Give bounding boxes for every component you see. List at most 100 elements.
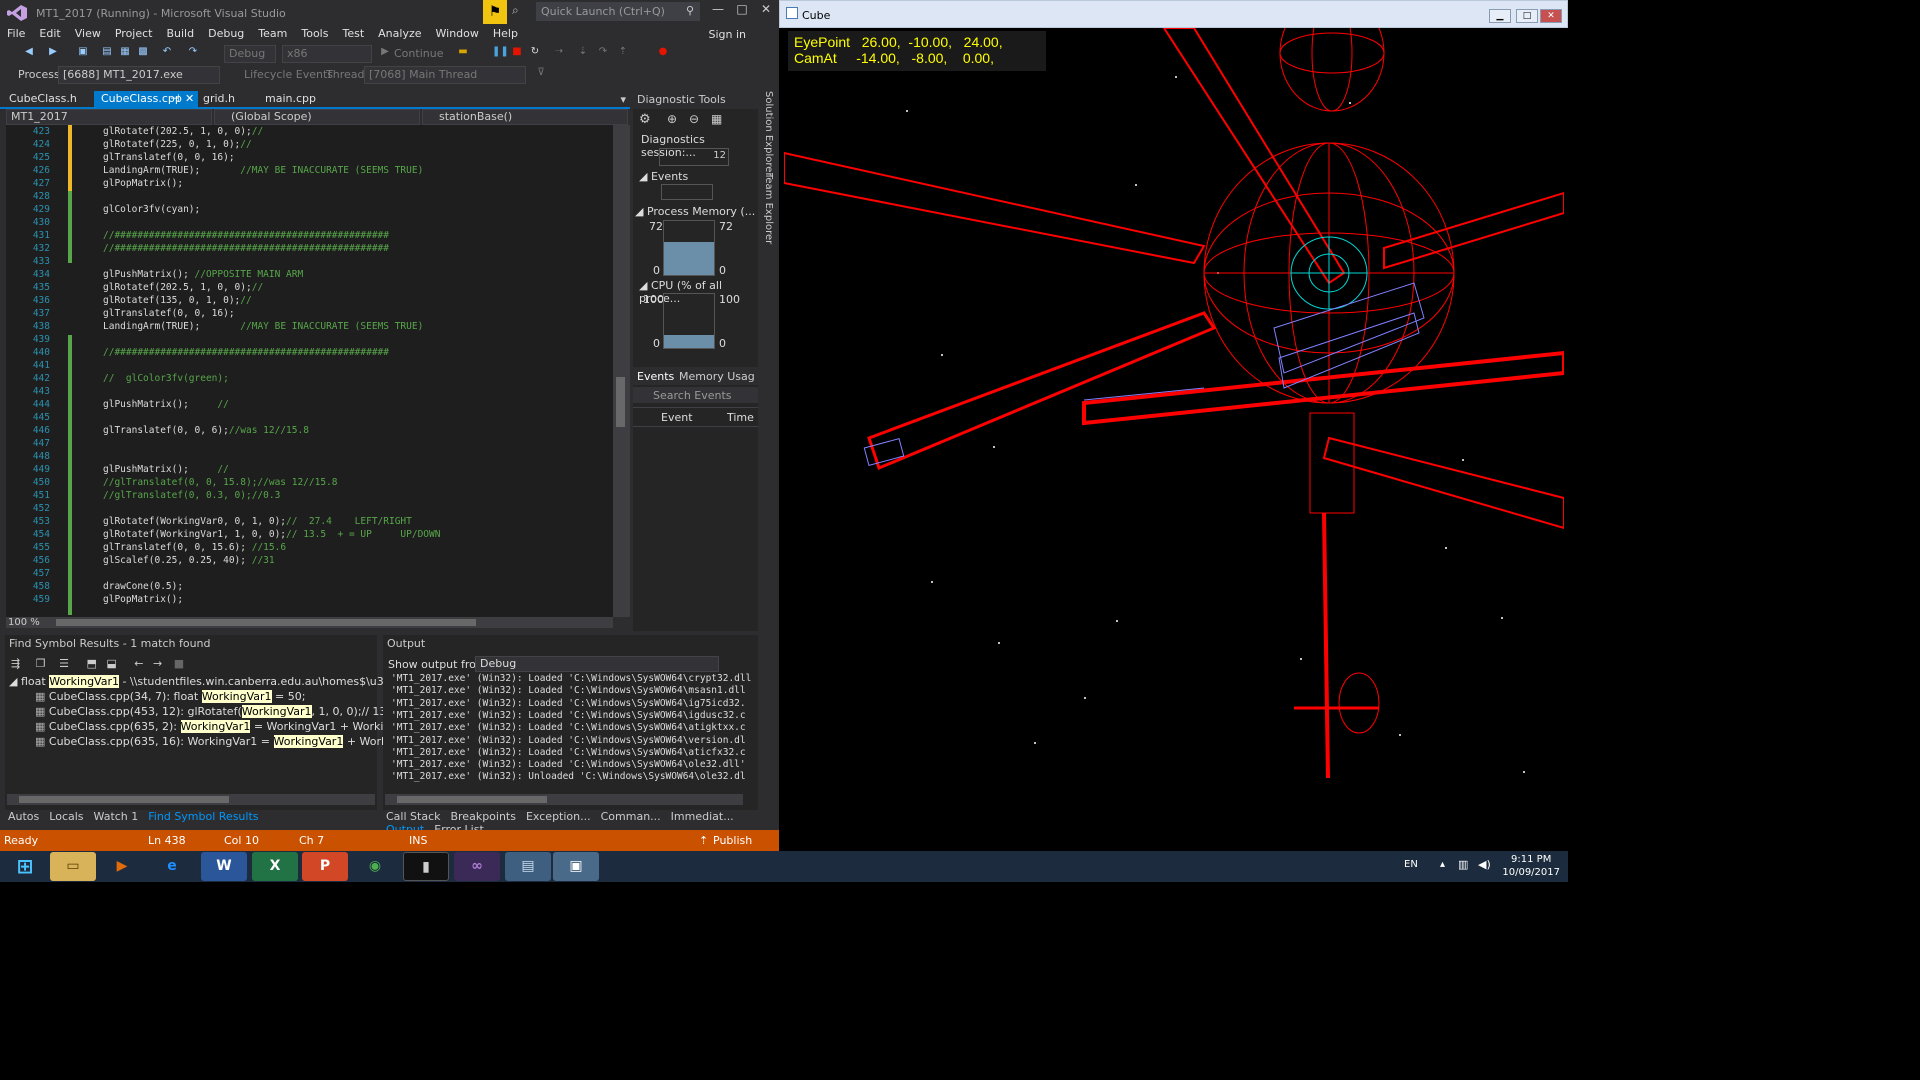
zoom-level[interactable]: 100 %	[8, 617, 40, 628]
project-select[interactable]: MT1_2017	[6, 109, 212, 125]
scroll-thumb[interactable]	[19, 796, 229, 803]
cube-maximize-button[interactable]: □	[1516, 9, 1538, 23]
undo-icon[interactable]: ↶	[160, 46, 174, 60]
tab-memory-usage[interactable]: Memory Usag	[679, 370, 755, 383]
visual-studio-taskbar-icon[interactable]: ∞	[454, 852, 500, 881]
go-to-definition-icon[interactable]: ⇶	[11, 657, 20, 670]
system-clock[interactable]: 9:11 PM 10/09/2017	[1502, 853, 1560, 879]
maximize-button[interactable]: □	[730, 2, 754, 22]
tab-breakpoints[interactable]: Breakpoints	[446, 810, 520, 823]
menu-edit[interactable]: Edit	[32, 26, 67, 42]
new-project-icon[interactable]: ▣	[76, 46, 90, 60]
tab-cubeclass-h[interactable]: CubeClass.h	[2, 91, 84, 109]
media-player-icon[interactable]: ▶	[99, 852, 145, 881]
group-alt-icon[interactable]: ⬓	[106, 657, 116, 670]
tab-find-symbol-results[interactable]: Find Symbol Results	[144, 810, 262, 823]
sign-in-link[interactable]: Sign in	[708, 26, 746, 44]
thread-select[interactable]: [7068] Main Thread	[364, 66, 526, 84]
cube-app-taskbar-icon[interactable]: ▣	[553, 852, 599, 881]
tab-autos[interactable]: Autos	[4, 810, 43, 823]
tab-grid-h[interactable]: grid.h	[196, 91, 242, 109]
scroll-thumb[interactable]	[56, 619, 476, 626]
tab-overflow-icon[interactable]: ▾	[620, 93, 626, 106]
step-into-icon[interactable]: ⇣	[576, 46, 590, 60]
close-button[interactable]: ✕	[754, 2, 778, 22]
solution-explorer-tab[interactable]: Solution Explorer	[763, 91, 774, 177]
output-horizontal-scrollbar[interactable]	[385, 794, 743, 805]
pause-icon[interactable]: ❚❚	[492, 46, 509, 60]
command-prompt-icon[interactable]: ▮	[403, 852, 449, 881]
search-events-input[interactable]: Search Events	[633, 387, 758, 403]
tab-locals[interactable]: Locals	[45, 810, 87, 823]
menu-window[interactable]: Window	[429, 26, 486, 42]
restart-icon[interactable]: ↻	[528, 46, 542, 60]
save-icon[interactable]: ▦	[118, 46, 132, 60]
menu-debug[interactable]: Debug	[201, 26, 251, 42]
forward-icon[interactable]: ▶	[46, 46, 60, 60]
process-select[interactable]: [6688] MT1_2017.exe	[58, 66, 220, 84]
tab-call-stack[interactable]: Call Stack	[382, 810, 444, 823]
output-source-select[interactable]: Debug	[475, 656, 719, 672]
notifications-icon[interactable]: ⌕	[512, 3, 532, 21]
previous-icon[interactable]: ←	[134, 657, 143, 670]
menu-test[interactable]: Test	[335, 26, 371, 42]
column-event[interactable]: Event	[661, 411, 693, 424]
back-icon[interactable]: ◀	[22, 46, 36, 60]
powerpoint-icon[interactable]: P	[302, 852, 348, 881]
editor-horizontal-scrollbar[interactable]	[6, 617, 613, 628]
stop-icon[interactable]: ■	[510, 46, 524, 60]
team-explorer-tab[interactable]: Team Explorer	[763, 173, 774, 244]
show-next-statement-icon[interactable]: ➝	[552, 46, 566, 60]
settings-icon[interactable]: ⚙	[639, 112, 651, 127]
config-select[interactable]: Debug	[224, 45, 276, 63]
publish-icon[interactable]: ⇡	[699, 830, 708, 851]
menu-team[interactable]: Team	[251, 26, 294, 42]
cube-close-button[interactable]: ✕	[1540, 9, 1562, 23]
find-result-root[interactable]: ◢ float WorkingVar1 - \\studentfiles.win…	[9, 675, 445, 688]
tab-events[interactable]: Events	[637, 370, 674, 383]
open-icon[interactable]: ▤	[100, 46, 114, 60]
feedback-flag-icon[interactable]: ⚑	[483, 0, 507, 24]
continue-button[interactable]: Continue	[394, 47, 443, 60]
step-over-icon[interactable]: ↷	[596, 46, 610, 60]
stop-search-icon[interactable]: ■	[174, 657, 184, 670]
copy-icon[interactable]: ❐	[36, 657, 46, 670]
tab-immediat[interactable]: Immediat...	[667, 810, 738, 823]
browser-link-icon[interactable]: ▬	[456, 46, 470, 60]
tab-watch-1[interactable]: Watch 1	[90, 810, 143, 823]
code-editor[interactable]: 423 glRotatef(202.5, 1, 0, 0);//424 glRota…	[6, 125, 613, 617]
opengl-viewport[interactable]: EyePoint 26.00, -10.00, 24.00, CamAt -14…	[783, 0, 1566, 848]
start-button-icon[interactable]: ⊞	[2, 852, 48, 881]
reset-view-icon[interactable]: ▦	[711, 112, 722, 126]
menu-tools[interactable]: Tools	[294, 26, 335, 42]
tab-cubeclass-cpp[interactable]: CubeClass.cpp ⊣ ✕	[94, 91, 198, 109]
publish-button[interactable]: Publish	[713, 830, 752, 851]
find-horizontal-scrollbar[interactable]	[7, 794, 375, 805]
internet-explorer-icon[interactable]: e	[149, 852, 195, 881]
editor-vertical-scrollbar[interactable]	[613, 125, 630, 617]
network-icon[interactable]: ▥	[1458, 858, 1468, 871]
redo-icon[interactable]: ↷	[186, 46, 200, 60]
quick-launch-input[interactable]: Quick Launch (Ctrl+Q) ⚲	[536, 2, 700, 21]
pin-icon[interactable]: ⊣	[170, 91, 180, 107]
save-all-icon[interactable]: ▩	[136, 46, 150, 60]
minimize-button[interactable]: —	[706, 2, 730, 22]
close-tab-icon[interactable]: ✕	[185, 91, 194, 107]
zoom-out-icon[interactable]: ⊖	[689, 112, 699, 126]
scope-select[interactable]: (Global Scope)	[214, 109, 420, 125]
photo-viewer-icon[interactable]: ▤	[505, 852, 551, 881]
menu-file[interactable]: File	[0, 26, 32, 42]
tab-main-cpp[interactable]: main.cpp	[258, 91, 323, 109]
step-out-icon[interactable]: ⇡	[616, 46, 630, 60]
menu-project[interactable]: Project	[108, 26, 160, 42]
tray-expand-icon[interactable]: ▴	[1440, 859, 1445, 870]
tab-exception[interactable]: Exception...	[522, 810, 595, 823]
zoom-in-icon[interactable]: ⊕	[667, 112, 677, 126]
cube-minimize-button[interactable]: ▁	[1489, 9, 1511, 23]
process-memory-section[interactable]: ◢ Process Memory (...	[635, 205, 755, 218]
menu-view[interactable]: View	[68, 26, 108, 42]
word-icon[interactable]: W	[201, 852, 247, 881]
file-explorer-icon[interactable]: ▭	[50, 852, 96, 881]
breakpoint-icon[interactable]: ●	[656, 46, 670, 60]
scroll-thumb[interactable]	[616, 377, 625, 427]
